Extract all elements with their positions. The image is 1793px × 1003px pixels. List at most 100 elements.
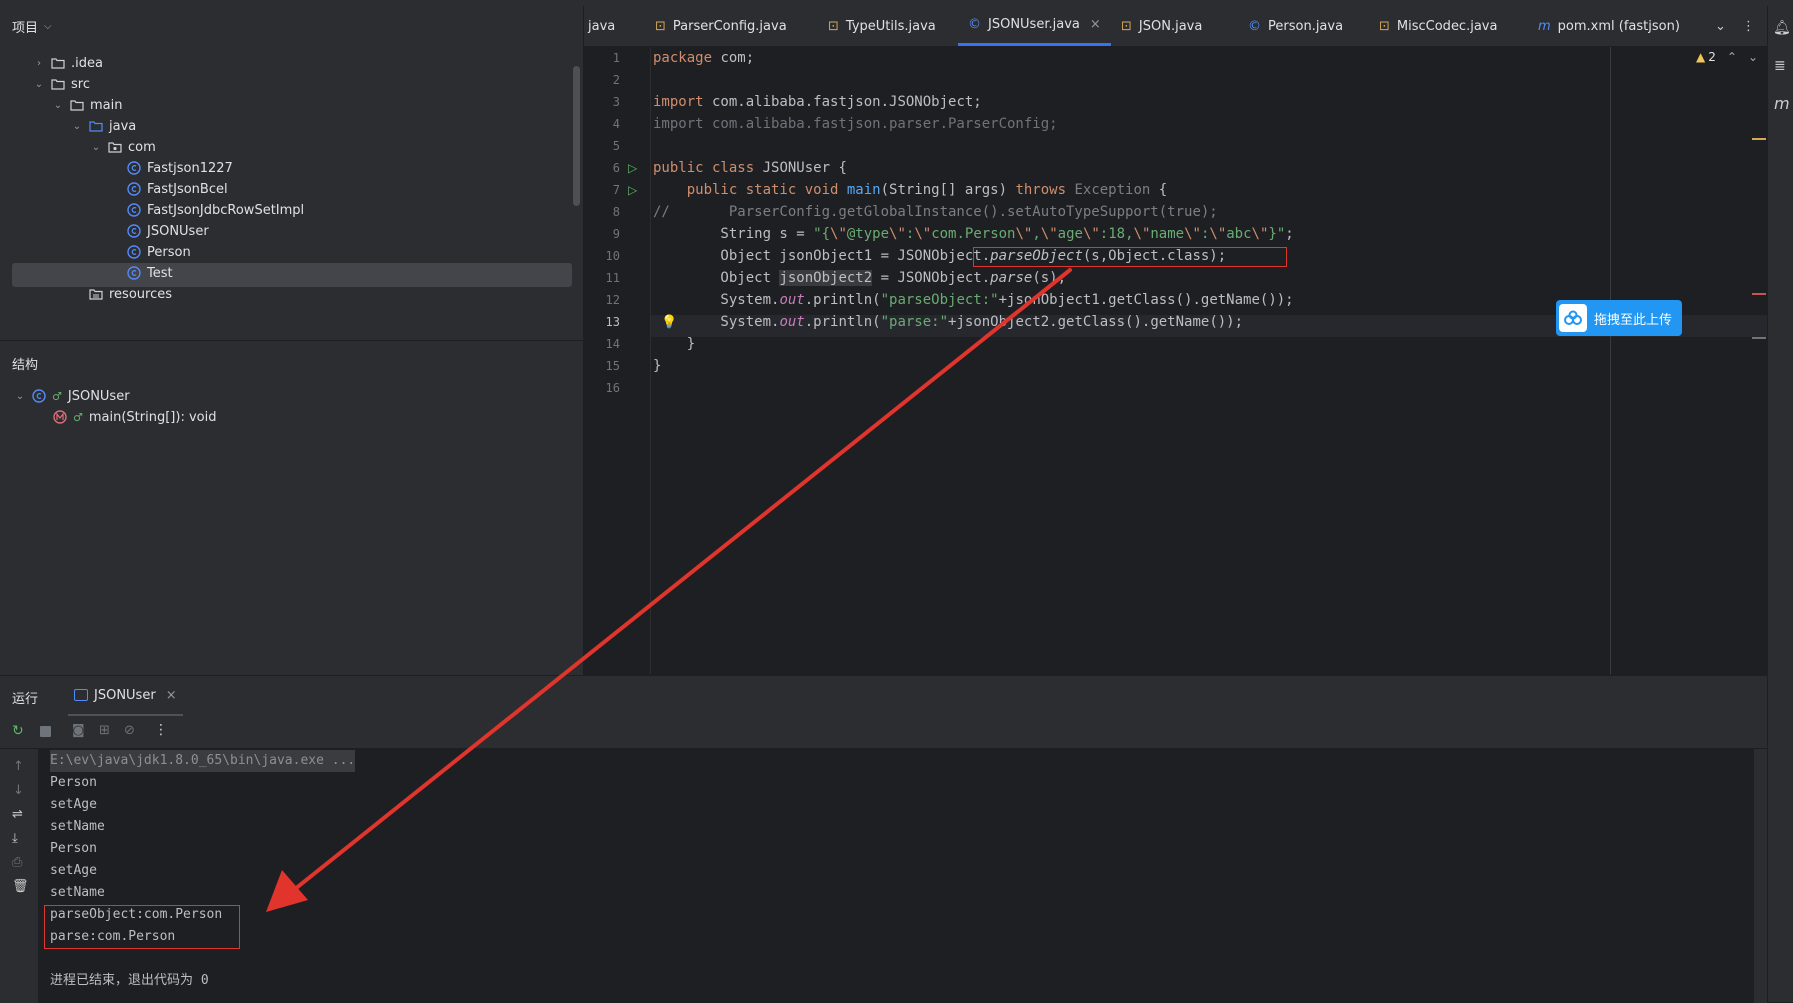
maven-icon: m <box>1538 18 1551 34</box>
console-line: setName <box>50 819 105 834</box>
info-stripe[interactable] <box>1752 337 1766 339</box>
database-icon[interactable]: ≣ <box>1774 58 1786 74</box>
warning-stripe[interactable] <box>1752 138 1766 140</box>
public-modifier-icon: ♂ <box>52 389 62 403</box>
tab-parserconfig[interactable]: ⊡ ParserConfig.java <box>655 6 787 46</box>
run-tab-jsonuser[interactable]: JSONUser × <box>68 676 183 716</box>
tab-person[interactable]: © Person.java <box>1248 6 1343 46</box>
chevron-down-icon[interactable]: ⌄ <box>70 121 84 132</box>
tab-misccodec[interactable]: ⊡ MiscCodec.java <box>1379 6 1497 46</box>
chevron-up-icon[interactable]: ⌃ <box>1727 50 1737 64</box>
code-line-15[interactable]: } <box>653 355 661 377</box>
tab-pom[interactable]: m pom.xml (fastjson) <box>1538 6 1680 46</box>
project-panel-header[interactable]: 项目 ⌵ <box>0 6 583 46</box>
code-line-4[interactable]: import com.alibaba.fastjson.parser.Parse… <box>653 113 1058 135</box>
tree-item-label: FastJsonJdbcRowSetImpl <box>147 202 305 218</box>
tab-json[interactable]: ⊡ JSON.java <box>1121 6 1202 46</box>
inspection-widget[interactable]: ▲ 2 ⌃ ⌄ <box>1696 50 1758 64</box>
line-number: 10 <box>605 249 620 263</box>
tree-item-label: main <box>90 97 123 113</box>
chevron-right-icon[interactable]: › <box>32 58 46 69</box>
run-config-icon <box>74 689 88 701</box>
resources-folder-icon <box>88 286 104 302</box>
error-stripe[interactable] <box>1752 293 1766 295</box>
code-line-8[interactable]: // ParserConfig.getGlobalInstance().setA… <box>653 201 1218 223</box>
arrow-up-icon[interactable]: ↑ <box>13 759 24 774</box>
trash-icon[interactable]: 🗑︎ <box>12 879 29 894</box>
code-line-1[interactable]: package com; <box>653 47 754 69</box>
class-icon <box>126 160 142 176</box>
line-number: 4 <box>612 117 620 131</box>
close-icon[interactable]: × <box>166 688 177 703</box>
chevron-down-icon[interactable]: ⌄ <box>51 100 65 111</box>
tree-item-label: Test <box>147 265 173 281</box>
editor-tab-bar: java ⊡ ParserConfig.java ⊡ TypeUtils.java … <box>584 6 1767 47</box>
project-scrollbar[interactable] <box>573 66 580 206</box>
annotation-box-parseobject <box>973 247 1287 267</box>
console-scrollbar[interactable] <box>1716 749 1726 1003</box>
upload-drop-button[interactable]: 拖拽至此上传 <box>1556 300 1682 336</box>
tab-typeutils[interactable]: ⊡ TypeUtils.java <box>828 6 936 46</box>
line-number: 14 <box>605 337 620 351</box>
close-icon[interactable]: × <box>1090 17 1101 32</box>
maven-icon[interactable]: m <box>1774 94 1790 113</box>
rerun-icon[interactable]: ↻ <box>12 723 24 739</box>
warning-icon: ▲ <box>1696 50 1706 64</box>
line-number: 3 <box>612 95 620 109</box>
tree-item-label: JSONUser <box>147 223 209 239</box>
folder-icon <box>50 76 66 92</box>
class-file-icon: ⊡ <box>1121 18 1132 34</box>
code-line-13[interactable]: System.out.println("parse:"+jsonObject2.… <box>653 311 1243 333</box>
soft-wrap-icon[interactable]: ⇌ <box>12 807 23 822</box>
code-line-9[interactable]: String s = "{\"@type\":\"com.Person\",\"… <box>653 223 1293 245</box>
console-line: setAge <box>50 797 97 812</box>
chevron-down-icon[interactable]: ⌄ <box>13 391 27 402</box>
chevron-down-icon[interactable]: ⌵ <box>44 21 52 32</box>
code-line-14[interactable]: } <box>653 333 695 355</box>
tree-item-label: FastJsonBcel <box>147 181 228 197</box>
run-class-icon[interactable]: ▷ <box>628 161 637 175</box>
coverage-icon[interactable]: ⊘ <box>124 723 135 738</box>
code-line-6[interactable]: public class JSONUser { <box>653 157 847 179</box>
restore-layout-icon[interactable]: ⊞ <box>99 723 110 738</box>
code-line-7[interactable]: public static void main(String[] args) t… <box>653 179 1167 201</box>
more-options-icon[interactable]: ⋮ <box>1742 6 1755 46</box>
console-line-command[interactable]: E:\ev\java\jdk1.8.0_65\bin\java.exe ... <box>50 750 356 772</box>
console-line: setAge <box>50 863 97 878</box>
camera-icon[interactable]: ◙ <box>72 723 85 738</box>
tab-jsonuser[interactable]: © JSONUser.java × <box>958 6 1111 46</box>
annotation-box-output <box>44 905 240 949</box>
line-number: 15 <box>605 359 620 373</box>
line-number: 1 <box>612 51 620 65</box>
code-line-12[interactable]: System.out.println("parseObject:"+jsonOb… <box>653 289 1293 311</box>
code-line-11[interactable]: Object jsonObject2 = JSONObject.parse(s)… <box>653 267 1066 289</box>
structure-item-label: main(String[]): void <box>88 409 217 425</box>
warning-count: 2 <box>1708 50 1716 64</box>
chevron-down-icon[interactable]: ⌄ <box>32 79 46 90</box>
console-line: Person <box>50 841 97 856</box>
run-panel: 运行 JSONUser × ↻ ◙ ⊞ ⊘ ⋮ ↑ ↓ ⇌ ⤓ ⎙ 🗑︎ E:\… <box>0 675 1767 1003</box>
right-margin-guide <box>1610 47 1611 674</box>
code-editor: java ⊡ ParserConfig.java ⊡ TypeUtils.java … <box>584 6 1767 674</box>
console-output[interactable]: E:\ev\java\jdk1.8.0_65\bin\java.exe ... … <box>38 749 1754 1003</box>
tree-item-resources[interactable]: resources <box>70 282 172 306</box>
scroll-to-end-icon[interactable]: ⤓ <box>12 831 18 846</box>
structure-item-method[interactable]: ♂ main(String[]): void <box>48 405 216 429</box>
more-options-icon[interactable]: ⋮ <box>154 722 168 738</box>
run-main-icon[interactable]: ▷ <box>628 183 637 197</box>
arrow-down-icon[interactable]: ↓ <box>13 783 24 798</box>
public-modifier-icon: ♂ <box>73 410 83 424</box>
tab-java[interactable]: java <box>588 6 615 46</box>
chevron-down-icon[interactable]: ⌄ <box>1748 50 1758 64</box>
chevron-down-icon[interactable]: ⌄ <box>89 142 103 153</box>
stop-icon[interactable] <box>40 726 51 737</box>
class-icon <box>126 202 142 218</box>
print-icon[interactable]: ⎙ <box>12 855 22 870</box>
notifications-icon[interactable]: 🔔︎ <box>1773 20 1791 36</box>
chevron-down-icon[interactable]: ⌄ <box>1715 6 1726 46</box>
tree-item-label: resources <box>109 286 173 302</box>
class-icon: © <box>968 17 981 32</box>
class-icon <box>31 388 47 404</box>
code-line-3[interactable]: import com.alibaba.fastjson.JSONObject; <box>653 91 982 113</box>
structure-item-label: JSONUser <box>67 388 130 404</box>
